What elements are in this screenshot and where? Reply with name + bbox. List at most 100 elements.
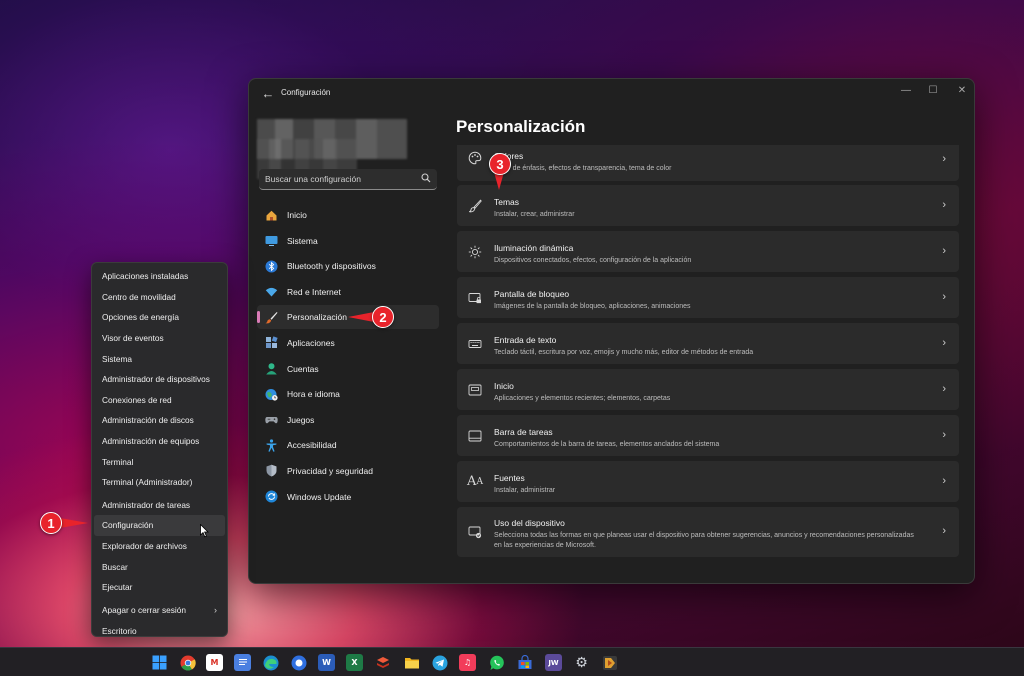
sidebar-item-red[interactable]: Red e Internet (257, 280, 439, 304)
store-icon[interactable] (516, 654, 533, 671)
menu-item-buscar[interactable]: Buscar (94, 556, 225, 577)
menu-item-aplicaciones-instaladas[interactable]: Aplicaciones instaladas (94, 266, 225, 287)
menu-item-apagar-o-cerrar-sesion[interactable]: Apagar o cerrar sesión › (94, 600, 225, 621)
sidebar-item-bluetooth[interactable]: Bluetooth y dispositivos (257, 254, 439, 278)
card-subtitle: Teclado táctil, escritura por voz, emoji… (494, 349, 754, 356)
menu-item-explorador-de-archivos[interactable]: Explorador de archivos (94, 536, 225, 557)
menu-item-sistema[interactable]: Sistema (94, 348, 225, 369)
sidebar-item-privacidad[interactable]: Privacidad y seguridad (257, 459, 439, 483)
callout-pointer (60, 518, 88, 528)
menu-item-visor-de-eventos[interactable]: Visor de eventos (94, 328, 225, 349)
windows-start-icon[interactable] (151, 654, 168, 671)
sidebar-item-hora[interactable]: Hora e idioma (257, 382, 439, 406)
word-icon[interactable]: W (318, 654, 335, 671)
card-title: Uso del dispositivo (494, 518, 565, 528)
callout-1: 1 (40, 512, 62, 534)
brush-icon (265, 311, 278, 324)
card-subtitle: Imágenes de la pantalla de bloqueo, apli… (494, 303, 691, 310)
edge-icon[interactable] (262, 654, 279, 671)
settings-gear-icon[interactable]: ⚙ (573, 654, 590, 671)
menu-item-ejecutar[interactable]: Ejecutar (94, 577, 225, 598)
minimize-button[interactable]: — (895, 83, 917, 99)
close-button[interactable]: ✕ (951, 83, 973, 99)
menu-item-conexiones-de-red[interactable]: Conexiones de red (94, 390, 225, 411)
update-icon (265, 490, 278, 503)
card-fuentes[interactable]: AA Fuentes Instalar, administrar › (457, 461, 959, 502)
sidebar-item-cuentas[interactable]: Cuentas (257, 357, 439, 381)
sidebar-item-aplicaciones[interactable]: Aplicaciones (257, 331, 439, 355)
card-subtitle: Aplicaciones y elementos recientes; elem… (494, 395, 671, 402)
menu-item-centro-de-movilidad[interactable]: Centro de movilidad (94, 287, 225, 308)
card-inicio[interactable]: Inicio Aplicaciones y elementos reciente… (457, 369, 959, 410)
taskbar-icon (467, 428, 483, 444)
menu-item-administrador-de-tareas[interactable]: Administrador de tareas (94, 495, 225, 516)
card-iluminacion-dinamica[interactable]: Iluminación dinámica Dispositivos conect… (457, 231, 959, 272)
gamepad-icon (265, 413, 278, 426)
whatsapp-icon[interactable] (488, 654, 505, 671)
menu-item-administracion-de-equipos[interactable]: Administración de equipos (94, 431, 225, 452)
menu-item-terminal[interactable]: Terminal (94, 451, 225, 472)
mouse-cursor-icon (200, 524, 209, 538)
bluetooth-icon (265, 260, 278, 273)
sidebar-item-inicio[interactable]: Inicio (257, 203, 439, 227)
shield-icon (265, 464, 278, 477)
card-title: Fuentes (494, 473, 525, 483)
sidebar-item-sistema[interactable]: Sistema (257, 229, 439, 253)
keyboard-icon (467, 336, 483, 352)
card-title: Barra de tareas (494, 427, 553, 437)
docs-icon[interactable] (234, 654, 251, 671)
jw-icon[interactable]: JW (545, 654, 562, 671)
chevron-right-icon: › (942, 475, 946, 487)
card-subtitle: Instalar, administrar (494, 487, 556, 494)
callout-2: 2 (372, 306, 394, 328)
app-icon[interactable] (601, 654, 618, 671)
card-entrada-de-texto[interactable]: Entrada de texto Teclado táctil, escritu… (457, 323, 959, 364)
wifi-icon (265, 285, 278, 298)
card-temas[interactable]: Temas Instalar, crear, administrar › (457, 185, 959, 226)
telegram-icon[interactable] (431, 654, 448, 671)
stack-icon[interactable] (374, 654, 391, 671)
card-subtitle: Comportamientos de la barra de tareas, e… (494, 441, 720, 448)
page-title: Personalización (456, 117, 586, 136)
chevron-right-icon: › (942, 291, 946, 303)
card-subtitle: Selecciona todas las formas en que plane… (494, 532, 914, 549)
back-button[interactable]: ← (259, 85, 277, 103)
app-title: Configuración (281, 88, 331, 97)
monitor-icon (265, 234, 278, 247)
menu-item-opciones-de-energia[interactable]: Opciones de energía (94, 307, 225, 328)
sidebar-item-juegos[interactable]: Juegos (257, 408, 439, 432)
menu-item-terminal-administrador[interactable]: Terminal (Administrador) (94, 472, 225, 493)
chevron-right-icon: › (942, 525, 946, 537)
brush-icon (467, 198, 483, 214)
card-pantalla-de-bloqueo[interactable]: Pantalla de bloqueo Imágenes de la panta… (457, 277, 959, 318)
card-subtitle: Instalar, crear, administrar (494, 211, 575, 218)
menu-item-escritorio[interactable]: Escritorio (94, 621, 225, 642)
excel-icon[interactable]: X (346, 654, 363, 671)
sidebar-item-windows-update[interactable]: Windows Update (257, 485, 439, 509)
accessibility-icon (265, 439, 278, 452)
gmail-icon[interactable]: M (206, 654, 223, 671)
chrome-icon[interactable] (179, 654, 196, 671)
settings-search[interactable] (259, 169, 437, 190)
card-colores[interactable]: Colores Color de énfasis, efectos de tra… (457, 145, 959, 181)
device-usage-icon (467, 524, 483, 540)
search-input[interactable] (265, 172, 415, 186)
chevron-right-icon: › (942, 383, 946, 395)
maximize-button[interactable]: ☐ (922, 83, 944, 99)
menu-item-administrador-de-dispositivos[interactable]: Administrador de dispositivos (94, 369, 225, 390)
music-icon[interactable]: ♫ (459, 654, 476, 671)
browser-icon[interactable] (290, 654, 307, 671)
card-title: Entrada de texto (494, 335, 557, 345)
menu-item-administracion-de-discos[interactable]: Administración de discos (94, 410, 225, 431)
sidebar-item-accesibilidad[interactable]: Accesibilidad (257, 433, 439, 457)
file-explorer-icon[interactable] (403, 654, 420, 671)
callout-pointer (348, 312, 374, 322)
card-title: Iluminación dinámica (494, 243, 574, 253)
chevron-right-icon: › (942, 337, 946, 349)
palette-icon (467, 150, 483, 166)
card-barra-de-tareas[interactable]: Barra de tareas Comportamientos de la ba… (457, 415, 959, 456)
card-uso-del-dispositivo[interactable]: Uso del dispositivo Selecciona todas las… (457, 507, 959, 557)
sidebar-nav: Inicio Sistema Bluetooth y dispositivos … (257, 203, 439, 510)
home-icon (265, 209, 278, 222)
quick-link-menu: Aplicaciones instaladas Centro de movili… (91, 262, 228, 637)
